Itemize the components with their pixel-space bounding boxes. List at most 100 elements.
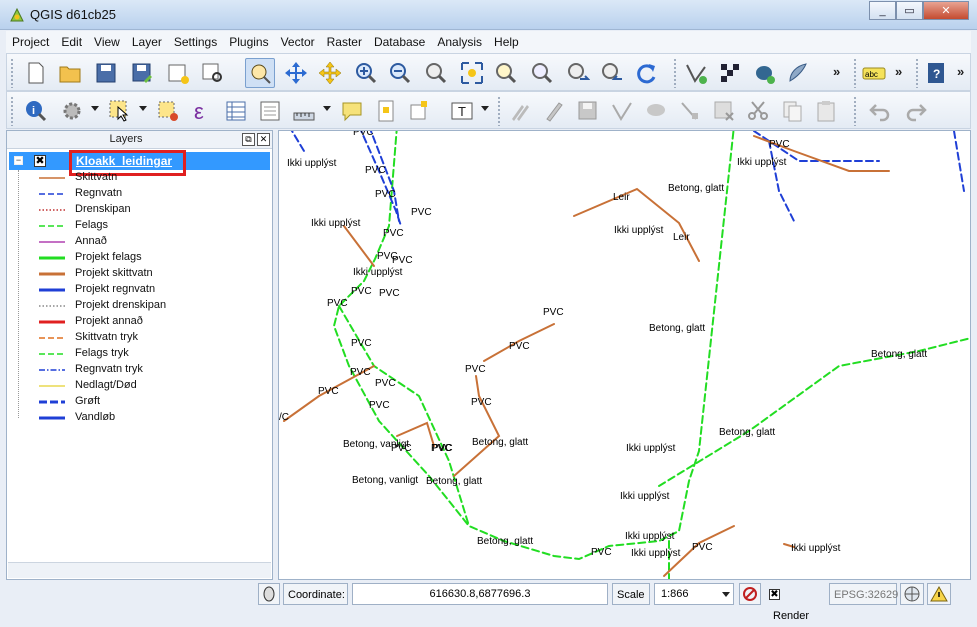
layer-visibility-checkbox[interactable]: ✖: [34, 155, 46, 167]
delete-selected-button[interactable]: [709, 96, 739, 126]
menu-layer[interactable]: Layer: [126, 31, 168, 53]
save-project-button[interactable]: [91, 58, 121, 88]
chevron-down-icon[interactable]: [323, 106, 331, 111]
undo-button[interactable]: [865, 96, 895, 126]
zoom-to-selection-button[interactable]: [527, 58, 557, 88]
render-toggle[interactable]: ✖ Render: [765, 583, 827, 622]
menu-edit[interactable]: Edit: [55, 31, 88, 53]
copy-features-button[interactable]: [777, 96, 807, 126]
zoom-actual-size-button[interactable]: [421, 58, 451, 88]
skittvatn-line[interactable]: [343, 225, 375, 267]
toolbar-grip[interactable]: [853, 96, 857, 126]
minimize-button[interactable]: _: [869, 1, 896, 20]
new-shapefile-button[interactable]: [681, 58, 711, 88]
regnvatn-line[interactable]: [289, 131, 305, 152]
paste-features-button[interactable]: [811, 96, 841, 126]
regnvatn-line[interactable]: [359, 131, 402, 227]
toolbar-overflow[interactable]: »: [957, 64, 964, 79]
render-checkbox[interactable]: ✖: [769, 588, 780, 600]
refresh-button[interactable]: [631, 58, 661, 88]
new-project-button[interactable]: [21, 58, 51, 88]
open-attribute-table-button[interactable]: [221, 96, 251, 126]
skittvatn-line[interactable]: [453, 375, 501, 477]
new-raster-button[interactable]: [715, 58, 745, 88]
add-postgis-button[interactable]: [749, 58, 779, 88]
pan-map-button[interactable]: [245, 58, 275, 88]
menu-database[interactable]: Database: [368, 31, 431, 53]
toggle-extents-button[interactable]: [258, 583, 280, 605]
composer-manager-button[interactable]: [197, 58, 227, 88]
menu-plugins[interactable]: Plugins: [223, 31, 274, 53]
pan-to-selection-button[interactable]: [281, 58, 311, 88]
toolbar-overflow[interactable]: »: [895, 64, 902, 79]
help-button[interactable]: ?: [921, 58, 951, 88]
chevron-down-icon[interactable]: [91, 106, 99, 111]
coordinate-field[interactable]: 616630.8,6877696.3: [352, 583, 608, 605]
text-annotation-button[interactable]: T: [447, 96, 477, 126]
node-tool-button[interactable]: [675, 96, 705, 126]
toolbar-grip[interactable]: [497, 96, 501, 126]
horizontal-scrollbar[interactable]: [8, 562, 271, 578]
close-panel-button[interactable]: ✕: [257, 133, 270, 146]
current-edits-button[interactable]: [505, 96, 535, 126]
zoom-last-button[interactable]: [563, 58, 593, 88]
save-edits-button[interactable]: [573, 96, 603, 126]
legend-symbol: [39, 305, 65, 307]
float-panel-button[interactable]: ⧉: [242, 133, 255, 146]
menu-project[interactable]: Project: [6, 31, 55, 53]
stop-render-button[interactable]: [739, 583, 761, 605]
redo-button[interactable]: [901, 96, 931, 126]
messages-button[interactable]: [927, 583, 951, 605]
crs-status-button[interactable]: EPSG:32629: [829, 583, 898, 605]
menu-analysis[interactable]: Analysis: [431, 31, 488, 53]
scale-dropdown-chevron-icon[interactable]: [722, 592, 730, 597]
chevron-down-icon[interactable]: [139, 106, 147, 111]
new-print-composer-button[interactable]: [163, 58, 193, 88]
zoom-to-layer-button[interactable]: [491, 58, 521, 88]
toolbar-grip[interactable]: [853, 58, 857, 88]
close-button[interactable]: ✕: [923, 1, 969, 20]
tree-connector: [18, 170, 19, 418]
statistics-button[interactable]: [255, 96, 285, 126]
chevron-down-icon[interactable]: [481, 106, 489, 111]
zoom-out-button[interactable]: [385, 58, 415, 88]
run-action-button[interactable]: [57, 96, 87, 126]
toolbar-grip[interactable]: [10, 58, 14, 88]
map-canvas[interactable]: PVC Ikki upplýst PVC PVC PVC PVC Leir Betong, g…: [278, 130, 971, 580]
show-bookmarks-button[interactable]: [405, 96, 435, 126]
new-bookmark-button[interactable]: [371, 96, 401, 126]
zoom-next-button[interactable]: [597, 58, 627, 88]
map-tips-button[interactable]: [337, 96, 367, 126]
crs-globe-button[interactable]: [900, 583, 924, 605]
collapse-layer-toggle[interactable]: −: [14, 156, 23, 165]
menu-vector[interactable]: Vector: [275, 31, 321, 53]
add-feature-button[interactable]: [607, 96, 637, 126]
pan-map-to-selection-button[interactable]: [315, 58, 345, 88]
open-project-button[interactable]: [55, 58, 85, 88]
menu-view[interactable]: View: [88, 31, 126, 53]
toolbar-grip[interactable]: [673, 58, 677, 88]
menu-help[interactable]: Help: [488, 31, 525, 53]
menu-settings[interactable]: Settings: [168, 31, 223, 53]
deselect-all-button[interactable]: [153, 96, 183, 126]
move-feature-button[interactable]: [641, 96, 671, 126]
zoom-full-button[interactable]: [457, 58, 487, 88]
add-spatialite-button[interactable]: [783, 58, 813, 88]
toolbar-overflow[interactable]: »: [833, 64, 840, 79]
menu-raster[interactable]: Raster: [321, 31, 368, 53]
field-calculator-button[interactable]: ε: [187, 96, 217, 126]
map-drawing[interactable]: PVCIkki upplýstPVCPVCPVCPVCLeirBetong, g…: [279, 131, 971, 580]
label-tool-button[interactable]: abc: [859, 58, 889, 88]
cut-features-button[interactable]: [743, 96, 773, 126]
toolbar-grip[interactable]: [10, 96, 14, 126]
zoom-in-button[interactable]: [351, 58, 381, 88]
regnvatn-line[interactable]: [953, 131, 965, 192]
identify-button[interactable]: i: [21, 96, 51, 126]
toggle-editing-button[interactable]: [539, 96, 569, 126]
measure-button[interactable]: [289, 96, 319, 126]
save-as-button[interactable]: [127, 58, 157, 88]
toolbar-grip[interactable]: [915, 58, 919, 88]
select-features-button[interactable]: [105, 96, 135, 126]
maximize-button[interactable]: ▭: [896, 1, 923, 20]
regnvatn-line[interactable]: [768, 140, 795, 222]
